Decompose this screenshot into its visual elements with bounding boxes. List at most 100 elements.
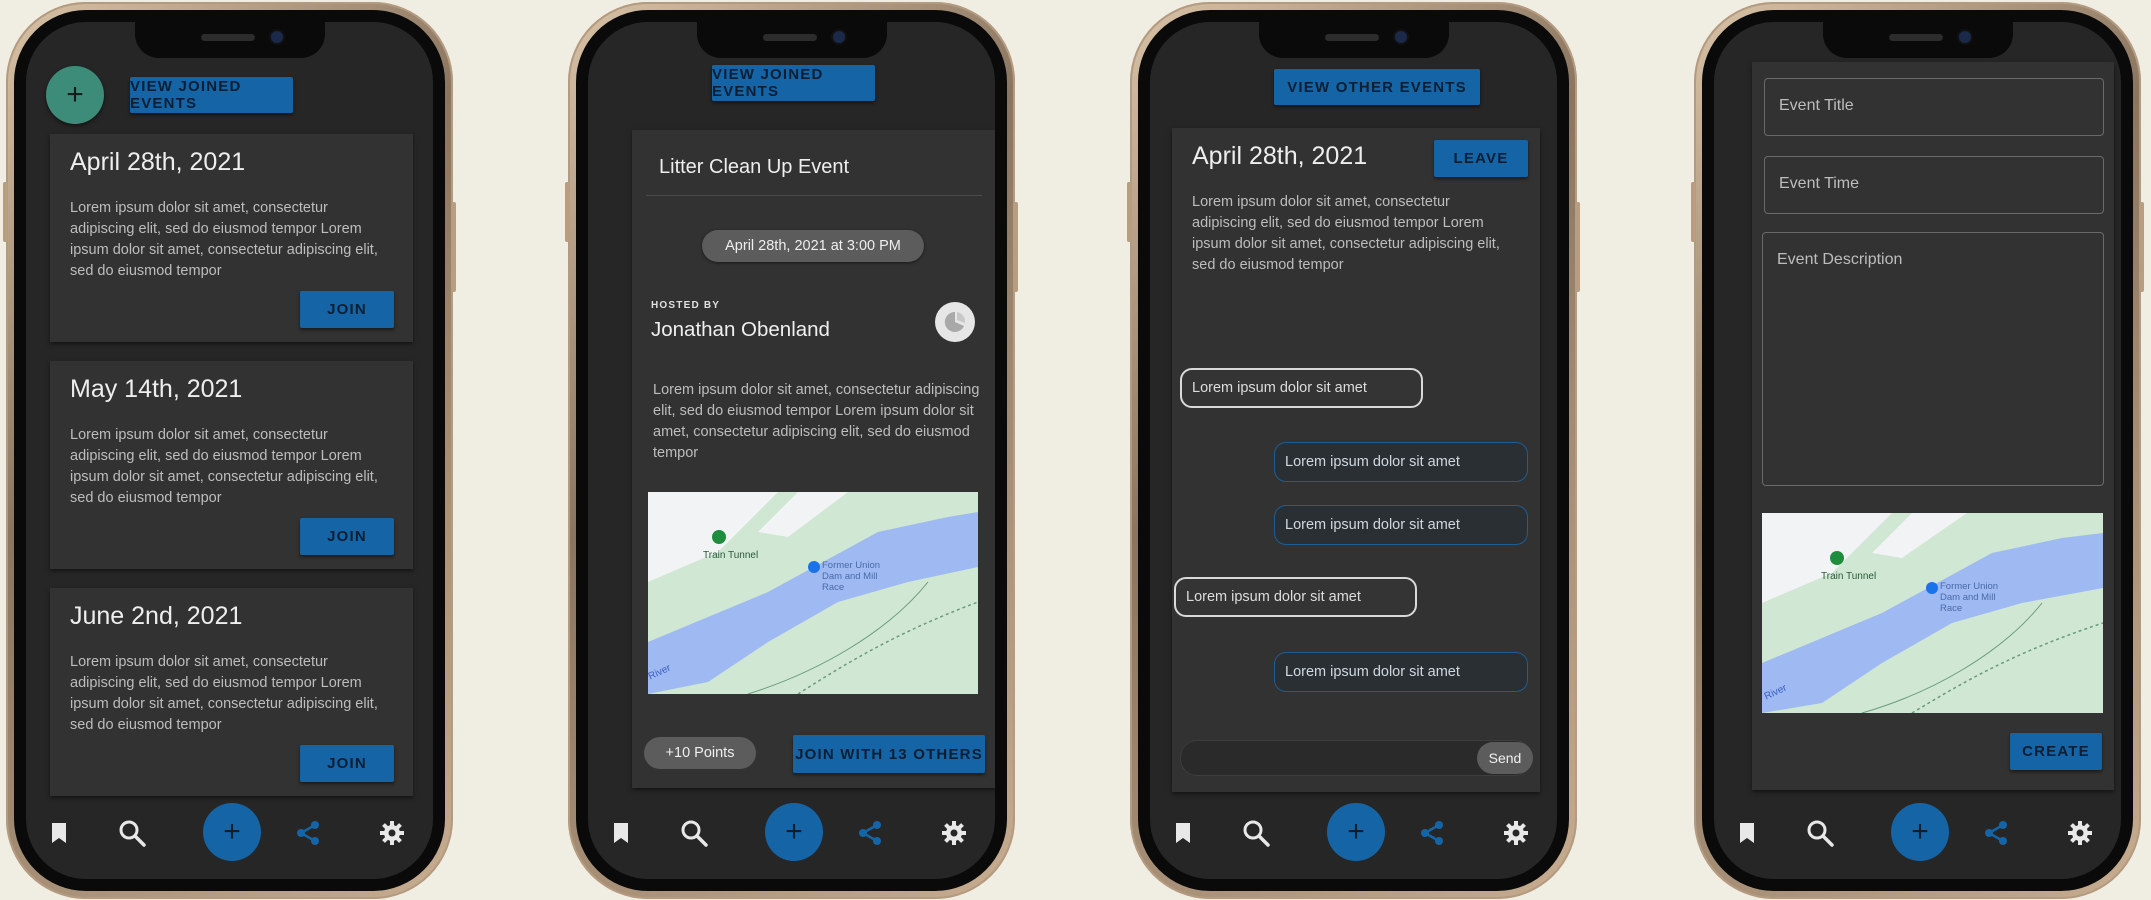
bookmark-icon[interactable] (1167, 817, 1199, 849)
divider (646, 195, 982, 196)
join-button[interactable]: JOIN (300, 291, 394, 328)
power-button (1013, 202, 1018, 292)
event-title: Litter Clean Up Event (659, 156, 850, 178)
gear-icon[interactable] (376, 817, 408, 849)
event-card: May 14th, 2021 Lorem ipsum dolor sit ame… (50, 361, 413, 569)
event-map[interactable]: Train Tunnel Former Union Dam and Mill R… (648, 492, 978, 694)
plus-icon: + (1347, 815, 1365, 848)
share-icon[interactable] (1980, 817, 2012, 849)
view-other-events-button[interactable]: VIEW OTHER EVENTS (1274, 69, 1480, 105)
location-map[interactable]: Train Tunnel Former Union Dam and Mill R… (1762, 513, 2103, 713)
send-button[interactable]: Send (1477, 742, 1533, 774)
power-button (451, 202, 456, 292)
search-icon[interactable] (1804, 817, 1836, 849)
bottom-nav: + (26, 789, 433, 879)
screen-event-detail: VIEW JOINED EVENTS Litter Clean Up Event… (588, 22, 995, 879)
join-button[interactable]: JOIN (300, 745, 394, 782)
bookmark-icon[interactable] (605, 817, 637, 849)
event-detail-card: Litter Clean Up Event April 28th, 2021 a… (632, 130, 995, 788)
event-date: April 28th, 2021 (1192, 142, 1368, 170)
phone-frame-1: + VIEW JOINED EVENTS April 28th, 2021 Lo… (3, 2, 456, 899)
chat-message-received: Lorem ipsum dolor sit amet (1180, 368, 1423, 408)
event-card: April 28th, 2021 Lorem ipsum dolor sit a… (50, 134, 413, 342)
notch (1822, 22, 2013, 58)
event-description: Lorem ipsum dolor sit amet, consectetur … (70, 654, 378, 733)
join-button[interactable]: JOIN (300, 518, 394, 555)
bottom-nav: + (1714, 789, 2121, 879)
volume-button (3, 182, 8, 242)
chat-message-sent: Lorem ipsum dolor sit amet (1274, 442, 1528, 482)
phone-frame-4: Event Title Event Time Event Description… (1691, 2, 2144, 899)
volume-button (1691, 182, 1696, 242)
share-icon[interactable] (854, 817, 886, 849)
event-time-placeholder: Event Time (1779, 175, 1860, 192)
host-name: Jonathan Obenland (651, 318, 830, 341)
event-date: May 14th, 2021 (70, 375, 243, 403)
chat-message-sent: Lorem ipsum dolor sit amet (1274, 505, 1528, 545)
search-icon[interactable] (116, 817, 148, 849)
power-button (2139, 202, 2144, 292)
event-time-field[interactable]: Event Time (1764, 156, 2104, 214)
avatar-icon (944, 311, 966, 332)
view-joined-events-button[interactable]: VIEW JOINED EVENTS (712, 65, 875, 101)
event-description: Lorem ipsum dolor sit amet, consectetur … (70, 427, 378, 506)
add-nav-button[interactable]: + (1891, 803, 1949, 861)
event-title-placeholder: Event Title (1779, 97, 1854, 114)
plus-icon: + (1911, 815, 1929, 848)
event-description: Lorem ipsum dolor sit amet, consectetur … (1192, 194, 1500, 273)
host-avatar[interactable] (935, 302, 975, 342)
screen-event-list: + VIEW JOINED EVENTS April 28th, 2021 Lo… (26, 22, 433, 879)
chat-message-sent: Lorem ipsum dolor sit amet (1274, 652, 1528, 692)
join-with-others-button[interactable]: JOIN WITH 13 OTHERS (793, 735, 985, 773)
map-label: Former Union Dam and Mill Race (822, 560, 881, 593)
power-button (1575, 202, 1580, 292)
add-nav-button[interactable]: + (203, 803, 261, 861)
notch (1258, 22, 1449, 58)
search-icon[interactable] (1240, 817, 1272, 849)
chat-message-received: Lorem ipsum dolor sit amet (1174, 577, 1417, 617)
map-label: Train Tunnel (1821, 571, 1877, 582)
bookmark-icon[interactable] (1731, 817, 1763, 849)
share-icon[interactable] (292, 817, 324, 849)
add-nav-button[interactable]: + (765, 803, 823, 861)
plus-icon: + (223, 815, 241, 848)
gear-icon[interactable] (938, 817, 970, 849)
bookmark-icon[interactable] (43, 817, 75, 849)
hosted-by-label: HOSTED BY (651, 300, 721, 311)
notch (696, 22, 887, 58)
event-description: Lorem ipsum dolor sit amet, consectetur … (653, 382, 980, 461)
screen-event-chat: VIEW OTHER EVENTS April 28th, 2021 LEAVE… (1150, 22, 1557, 879)
leave-button[interactable]: LEAVE (1434, 140, 1528, 177)
chat-card: April 28th, 2021 LEAVE Lorem ipsum dolor… (1172, 128, 1540, 792)
gear-icon[interactable] (1500, 817, 1532, 849)
phone-frame-2: VIEW JOINED EVENTS Litter Clean Up Event… (565, 2, 1018, 899)
add-nav-button[interactable]: + (1327, 803, 1385, 861)
notch (134, 22, 325, 58)
map-label: Former Union Dam and Mill Race (1940, 581, 1999, 614)
event-description-field[interactable]: Event Description (1762, 232, 2104, 486)
volume-button (565, 182, 570, 242)
share-icon[interactable] (1416, 817, 1448, 849)
screen-create-event: Event Title Event Time Event Description… (1714, 22, 2121, 879)
map-label: Train Tunnel (703, 550, 759, 561)
create-button[interactable]: CREATE (2010, 733, 2102, 770)
gear-icon[interactable] (2064, 817, 2096, 849)
event-description-placeholder: Event Description (1777, 251, 1903, 268)
points-chip: +10 Points (644, 737, 756, 769)
bottom-nav: + (588, 789, 995, 879)
view-joined-events-button[interactable]: VIEW JOINED EVENTS (130, 77, 293, 113)
search-icon[interactable] (678, 817, 710, 849)
event-card: June 2nd, 2021 Lorem ipsum dolor sit ame… (50, 588, 413, 796)
plus-icon: + (66, 78, 84, 111)
event-date: April 28th, 2021 (70, 148, 246, 176)
phone-frame-3: VIEW OTHER EVENTS April 28th, 2021 LEAVE… (1127, 2, 1580, 899)
event-title-field[interactable]: Event Title (1764, 78, 2104, 136)
volume-button (1127, 182, 1132, 242)
datetime-chip: April 28th, 2021 at 3:00 PM (702, 230, 924, 262)
bottom-nav: + (1150, 789, 1557, 879)
event-description: Lorem ipsum dolor sit amet, consectetur … (70, 200, 378, 279)
event-date: June 2nd, 2021 (70, 602, 243, 630)
create-event-card: Event Title Event Time Event Description… (1752, 62, 2114, 790)
plus-icon: + (785, 815, 803, 848)
add-event-fab[interactable]: + (46, 66, 104, 124)
